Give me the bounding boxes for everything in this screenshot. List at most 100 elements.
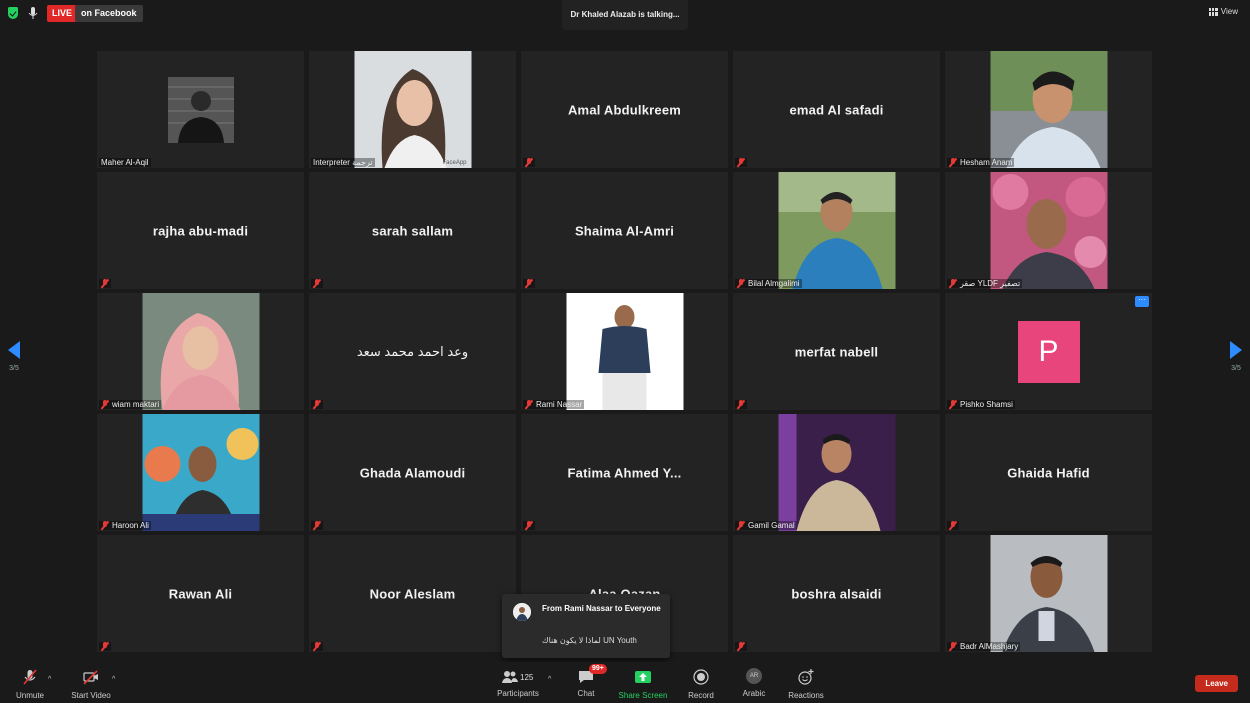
reactions-button[interactable]: Reactions (788, 668, 824, 700)
participant-display-name: sarah sallam (371, 223, 454, 238)
participant-tile[interactable]: Ghada Alamoudi (309, 414, 516, 531)
participant-name: Badr AlMashjary (960, 642, 1019, 651)
record-button[interactable]: Record (688, 668, 714, 700)
audio-options-caret[interactable]: ^ (48, 676, 51, 683)
participant-tile[interactable]: Ghaida Hafid (945, 414, 1152, 531)
participants-button[interactable]: 125 Participants (496, 668, 540, 698)
share-screen-label: Share Screen (618, 691, 668, 700)
muted-mic-icon (737, 521, 745, 530)
participant-name: Haroon Ali (112, 521, 149, 530)
participant-tile[interactable]: sarah sallam (309, 172, 516, 289)
unmute-button[interactable]: Unmute (14, 668, 46, 700)
participant-label: Bilal Almgalimi (735, 279, 802, 288)
start-video-button[interactable]: Start Video (70, 668, 112, 700)
participant-tile[interactable]: Badr AlMashjary (945, 535, 1152, 652)
microphone-icon[interactable] (26, 5, 40, 21)
participant-photo (142, 414, 259, 531)
participant-display-name: rajha abu-madi (152, 223, 249, 238)
previous-page-button[interactable]: 3/5 (8, 341, 20, 372)
participant-label: Haroon Ali (99, 521, 151, 530)
participant-tile[interactable]: merfat nabell (733, 293, 940, 410)
muted-mic-icon (949, 642, 957, 651)
participant-tile[interactable]: FaceApp Interpreter ترجمة (309, 51, 516, 168)
live-badge[interactable]: LIVE (47, 5, 78, 22)
unmute-label: Unmute (15, 691, 44, 700)
participant-tile[interactable]: صقر YLDF تصفير (945, 172, 1152, 289)
muted-mic-icon (313, 521, 321, 530)
participant-tile[interactable]: Fatima Ahmed Y... (521, 414, 728, 531)
participant-tile[interactable]: Amal Abdulkreem (521, 51, 728, 168)
video-options-caret[interactable]: ^ (112, 676, 115, 683)
participant-tile[interactable]: وعد احمد محمد سعد (309, 293, 516, 410)
participant-tile[interactable]: Bilal Almgalimi (733, 172, 940, 289)
participant-photo (142, 293, 259, 410)
participants-options-caret[interactable]: ^ (548, 676, 551, 683)
participant-tile[interactable]: rajha abu-madi (97, 172, 304, 289)
participant-label: Hesham Anam (947, 158, 1015, 167)
reactions-label: Reactions (788, 691, 824, 700)
interpretation-language-button[interactable]: AR Arabic (741, 668, 767, 698)
next-page-button[interactable]: 3/5 (1230, 341, 1242, 372)
participant-label (523, 158, 535, 167)
shield-check-icon[interactable] (8, 7, 18, 19)
participant-label: Maher Al-Aqil (99, 158, 151, 167)
arrow-right-icon (1230, 341, 1242, 359)
chat-button[interactable]: 99+ Chat (574, 664, 607, 698)
participants-label: Participants (497, 689, 539, 698)
share-screen-button[interactable]: Share Screen (618, 668, 668, 700)
participant-tile[interactable]: wiam maktari (97, 293, 304, 410)
muted-mic-icon (525, 521, 533, 530)
participant-tile[interactable]: Rami Nassar (521, 293, 728, 410)
participant-display-name: Ghada Alamoudi (359, 465, 466, 480)
muted-mic-icon (737, 279, 745, 288)
participant-label (947, 521, 959, 530)
chat-notification[interactable]: From Rami Nassar to Everyone لماذا لا يك… (502, 594, 670, 658)
participant-display-name: وعد احمد محمد سعد (356, 343, 469, 359)
meeting-toolbar: Unmute ^ Start Video ^ 125 Participants … (0, 662, 1250, 703)
participant-name: wiam maktari (112, 400, 160, 409)
leave-button[interactable]: Leave (1195, 675, 1238, 692)
participant-display-name: boshra alsaidi (791, 586, 882, 601)
share-screen-icon (635, 671, 651, 683)
participant-display-name: Shaima Al-Amri (574, 223, 675, 238)
participant-label (99, 279, 111, 288)
muted-mic-icon (101, 642, 109, 651)
participant-tile[interactable]: emad Al safadi (733, 51, 940, 168)
participant-display-name: merfat nabell (794, 344, 879, 359)
participant-photo (778, 172, 895, 289)
gallery-grid: Maher Al-Aqil FaceApp Interpreter ترجمة … (97, 51, 1154, 652)
participant-tile[interactable]: boshra alsaidi (733, 535, 940, 652)
muted-mic-icon (101, 521, 109, 530)
participant-name: صقر YLDF تصفير (960, 279, 1021, 288)
active-speaker-indicator: Dr Khaled Alazab is talking... (562, 0, 688, 30)
participant-name: Rami Nassar (536, 400, 583, 409)
participant-photo: FaceApp (354, 51, 471, 168)
participant-display-name: Ghaida Hafid (1007, 465, 1090, 480)
participant-photo (990, 172, 1107, 289)
sender-avatar (513, 603, 531, 621)
participant-name: Bilal Almgalimi (748, 279, 800, 288)
view-label: View (1220, 7, 1238, 16)
participant-label: Gamil Gamal (735, 521, 797, 530)
participant-tile[interactable]: Noor Aleslam (309, 535, 516, 652)
participant-photo (778, 414, 895, 531)
view-button[interactable]: View (1208, 7, 1238, 16)
chat-sender: From Rami Nassar to Everyone (542, 604, 661, 613)
participant-tile[interactable]: Shaima Al-Amri (521, 172, 728, 289)
participant-photo (167, 77, 234, 143)
muted-mic-icon (313, 279, 321, 288)
participant-label: Interpreter ترجمة (311, 158, 375, 167)
participant-tile[interactable]: Maher Al-Aqil (97, 51, 304, 168)
grid-view-icon (1208, 7, 1218, 16)
muted-mic-icon (525, 400, 533, 409)
more-options-button[interactable]: ··· (1135, 296, 1149, 307)
participant-label (311, 521, 323, 530)
participant-tile[interactable]: Haroon Ali (97, 414, 304, 531)
participant-label (735, 400, 747, 409)
live-destination[interactable]: on Facebook (75, 5, 143, 22)
participant-tile[interactable]: Gamil Gamal (733, 414, 940, 531)
participant-tile[interactable]: Rawan Ali (97, 535, 304, 652)
participant-tile[interactable]: P ··· Pishko Shamsi (945, 293, 1152, 410)
participant-tile[interactable]: Hesham Anam (945, 51, 1152, 168)
top-bar: LIVE on Facebook Dr Khaled Alazab is tal… (0, 0, 1250, 30)
